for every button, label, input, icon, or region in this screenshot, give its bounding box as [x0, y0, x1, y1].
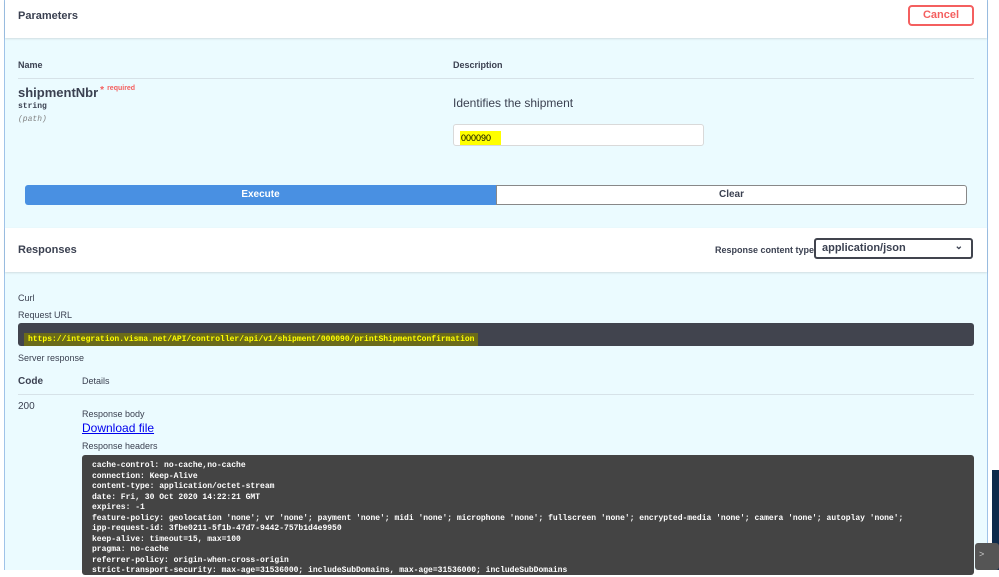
- response-headers: cache-control: no-cache,no-cache connect…: [82, 455, 974, 575]
- request-url-box: https://integration.visma.net/API/contro…: [18, 323, 974, 346]
- operation-panel: Parameters Cancel Name Description shipm…: [4, 0, 988, 575]
- name-column-header: Name: [18, 60, 43, 70]
- request-url: https://integration.visma.net/API/contro…: [24, 333, 479, 346]
- request-url-label: Request URL: [18, 310, 73, 320]
- divider: [18, 394, 974, 395]
- chevron-right-icon: >: [979, 549, 985, 559]
- details-column-header: Details: [82, 376, 110, 386]
- response-code: 200: [18, 401, 35, 412]
- param-name-text: shipmentNbr: [18, 85, 99, 100]
- required-star: *: [100, 85, 105, 96]
- shipment-nbr-input[interactable]: 000090: [453, 124, 704, 146]
- download-file-link[interactable]: Download file: [82, 421, 154, 435]
- param-name: shipmentNbr * required: [18, 85, 135, 100]
- cancel-button[interactable]: Cancel: [908, 5, 974, 26]
- content-type-label: Response content type: [715, 245, 815, 255]
- code-column-header: Code: [18, 376, 43, 387]
- execute-button[interactable]: Execute: [25, 185, 496, 205]
- content-type-select[interactable]: application/json ⌄: [814, 238, 973, 259]
- parameters-title: Parameters: [18, 10, 78, 22]
- responses-title: Responses: [18, 244, 77, 256]
- responses-header: Responses Response content type applicat…: [5, 228, 987, 272]
- divider: [18, 78, 974, 79]
- content-type-value: application/json: [822, 242, 906, 254]
- chevron-down-icon: ⌄: [954, 241, 963, 252]
- server-response-label: Server response: [18, 353, 85, 363]
- clear-button[interactable]: Clear: [496, 185, 967, 205]
- response-headers-label: Response headers: [82, 441, 158, 451]
- response-body-label: Response body: [82, 409, 145, 419]
- required-label: required: [107, 85, 136, 92]
- input-value: 000090: [460, 131, 502, 145]
- param-type: string: [18, 102, 47, 111]
- parameters-header: Parameters Cancel: [5, 0, 987, 38]
- scroll-right-button[interactable]: >: [975, 543, 999, 570]
- param-location: (path): [18, 115, 47, 124]
- param-description: Identifies the shipment: [453, 96, 574, 110]
- curl-label: Curl: [18, 293, 35, 303]
- description-column-header: Description: [453, 60, 503, 70]
